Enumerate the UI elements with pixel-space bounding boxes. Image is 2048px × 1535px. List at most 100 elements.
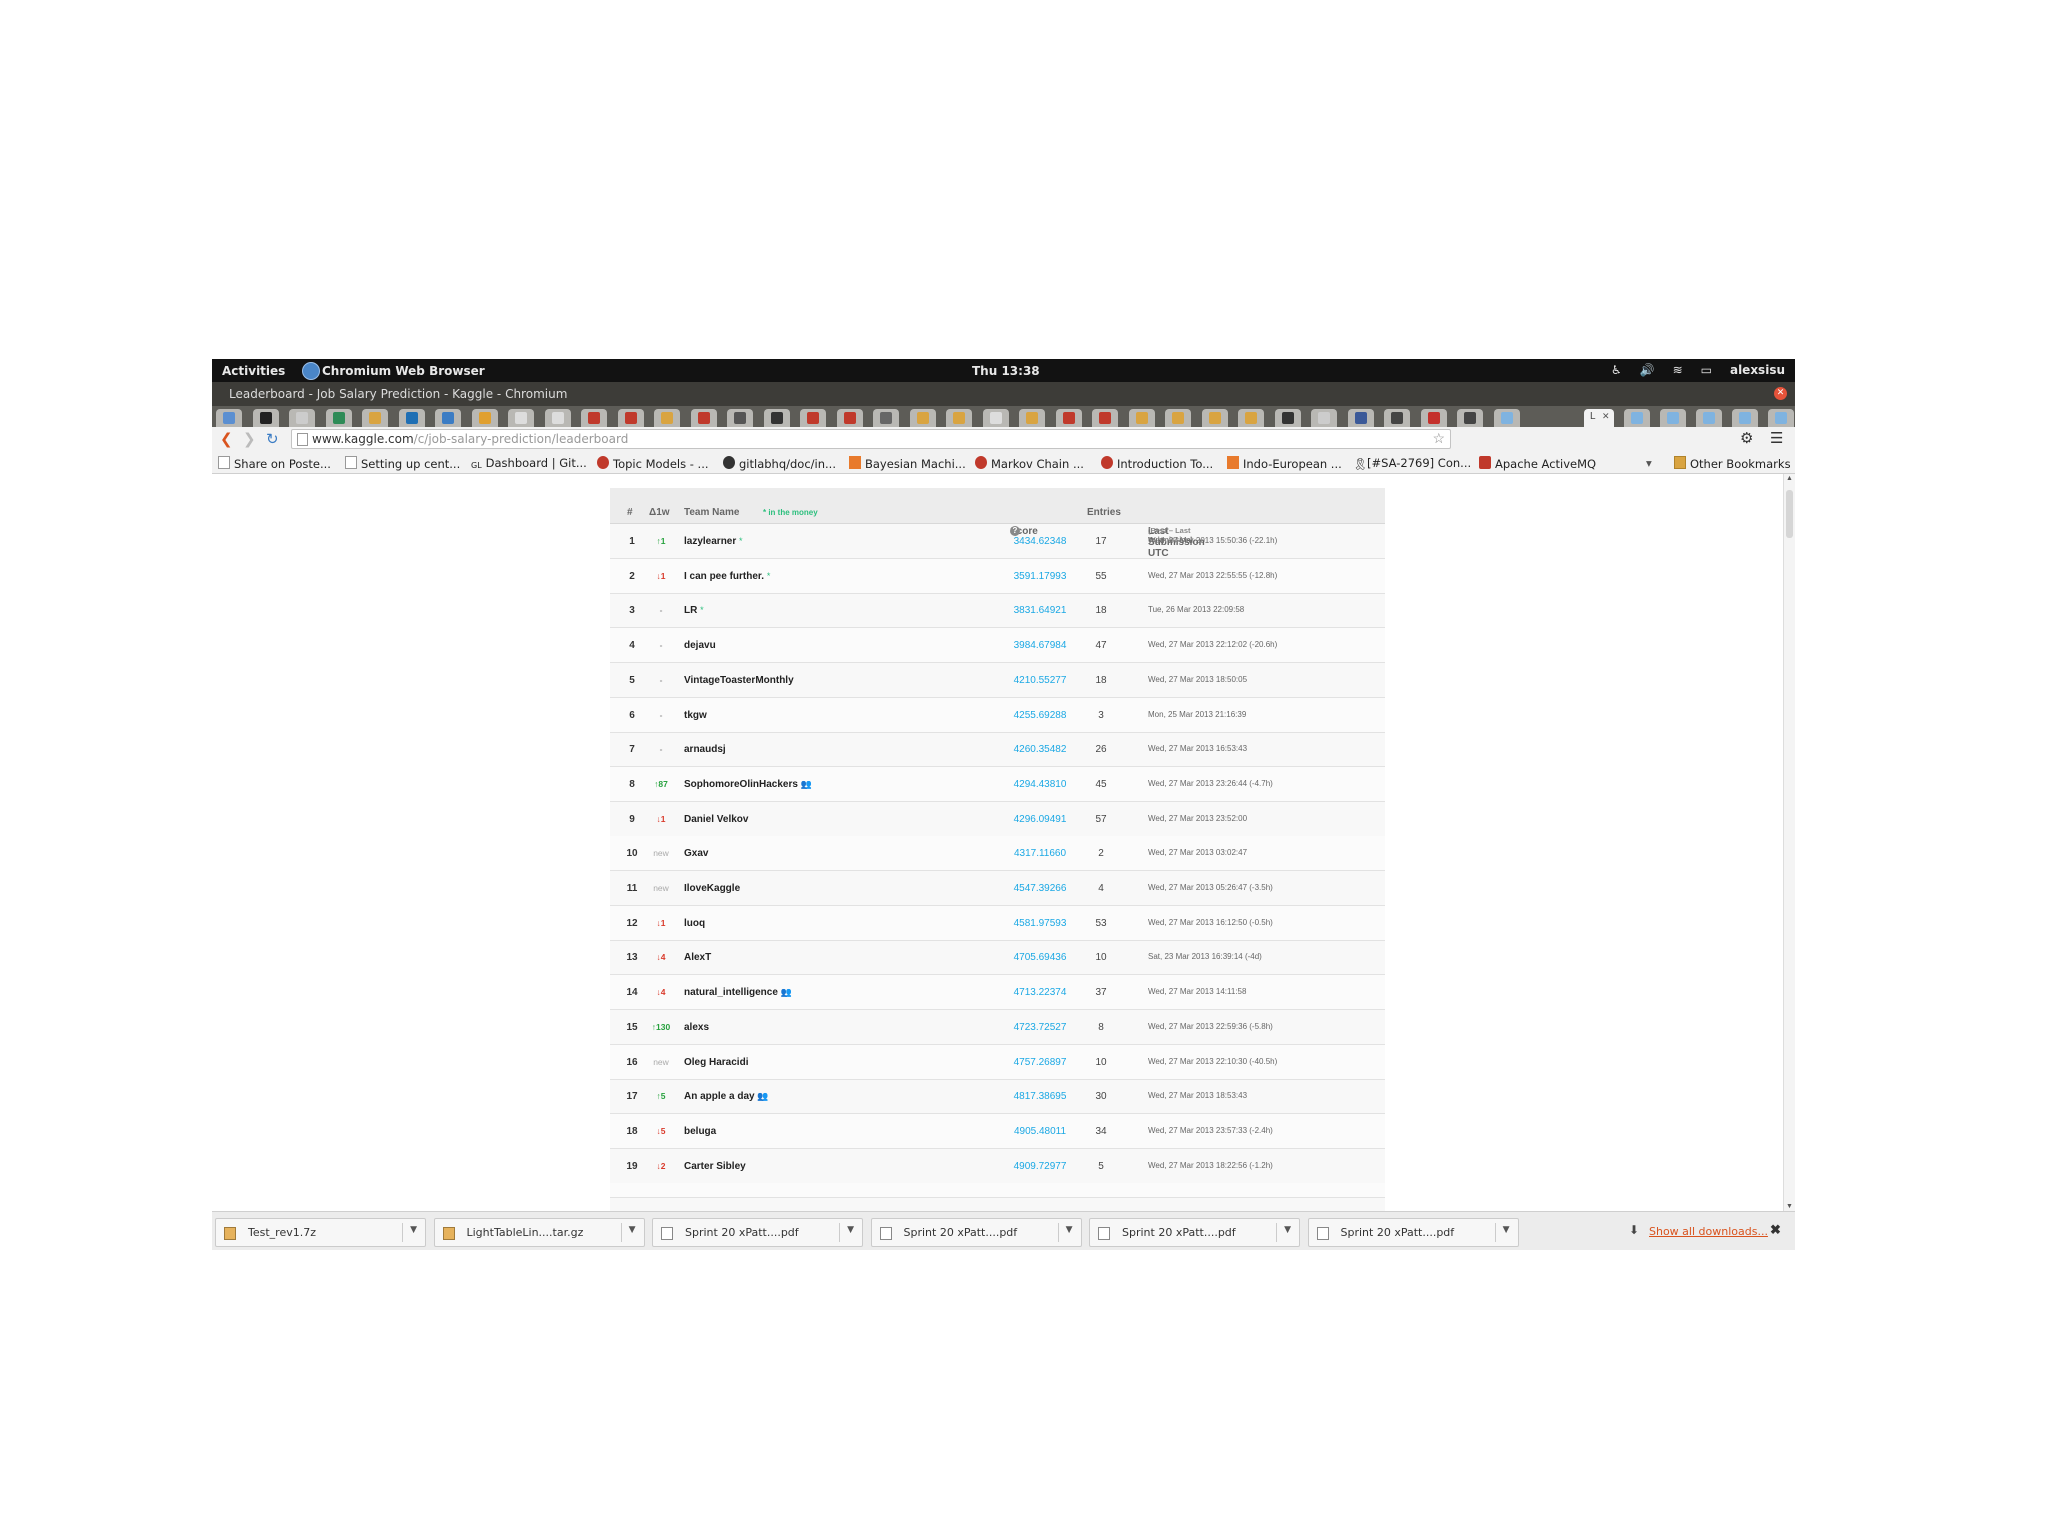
score-link[interactable]: 3591.17993: [1005, 571, 1075, 582]
team-name-link[interactable]: arnaudsj: [684, 744, 726, 755]
score-link[interactable]: 4296.09491: [1005, 814, 1075, 825]
bookmark-item[interactable]: Setting up cent...: [345, 456, 460, 471]
bookmarks-overflow-chevron-icon[interactable]: ▾: [1646, 456, 1652, 470]
scroll-up-icon[interactable]: ▲: [1786, 475, 1793, 482]
browser-tab[interactable]: [1055, 409, 1082, 427]
header-team[interactable]: Team Name: [684, 507, 739, 518]
team-name-link[interactable]: AlexT: [684, 952, 711, 963]
bookmark-item[interactable]: Topic Models - ...: [597, 456, 709, 471]
download-item[interactable]: Test_rev1.7z ▼: [215, 1218, 426, 1247]
team-name-link[interactable]: An apple a day 👥: [684, 1091, 769, 1102]
vertical-scrollbar[interactable]: ▲ ▼: [1783, 474, 1795, 1211]
browser-tab[interactable]: [216, 409, 242, 427]
app-menu[interactable]: Chromium Web Browser: [322, 364, 485, 378]
browser-tab[interactable]: [1420, 409, 1447, 427]
bookmark-item[interactable]: 🎗[#SA-2769] Con...: [1353, 456, 1471, 471]
window-close-button[interactable]: ✕: [1774, 387, 1787, 400]
browser-tab[interactable]: [836, 409, 863, 427]
bookmark-item[interactable]: GL Dashboard | Git...: [471, 456, 587, 472]
scrollbar-thumb[interactable]: [1786, 490, 1793, 538]
address-bar[interactable]: www.kaggle.com/c/job-salary-prediction/l…: [291, 429, 1451, 449]
back-button[interactable]: ❮: [220, 430, 233, 448]
download-item[interactable]: LightTableLin....tar.gz ▼: [433, 1218, 645, 1247]
browser-tab[interactable]: [1019, 409, 1045, 427]
active-tab[interactable]: L ✕: [1584, 409, 1614, 427]
battery-icon[interactable]: ▭: [1701, 363, 1712, 377]
browser-tab[interactable]: [1696, 409, 1722, 427]
team-name-link[interactable]: tkgw: [684, 710, 707, 721]
browser-tab[interactable]: [398, 409, 425, 427]
score-link[interactable]: 4817.38695: [1005, 1091, 1075, 1102]
tab-close-icon[interactable]: ✕: [1602, 411, 1610, 422]
browser-tab[interactable]: [471, 409, 498, 427]
browser-tab[interactable]: [1457, 409, 1483, 427]
download-item[interactable]: Sprint 20 xPatt....pdf ▼: [870, 1218, 1082, 1247]
browser-tab[interactable]: [1384, 409, 1410, 427]
score-link[interactable]: 4705.69436: [1005, 952, 1075, 963]
score-link[interactable]: 4260.35482: [1005, 744, 1075, 755]
browser-tab[interactable]: [508, 409, 534, 427]
reload-button[interactable]: ↻: [266, 430, 279, 448]
browser-tab[interactable]: [581, 409, 607, 427]
chevron-down-icon[interactable]: ▼: [1066, 1225, 1073, 1235]
score-link[interactable]: 4317.11660: [1005, 848, 1075, 859]
browser-tab[interactable]: [362, 409, 388, 427]
score-link[interactable]: 4547.39266: [1005, 883, 1075, 894]
browser-tab[interactable]: [727, 409, 753, 427]
team-name-link[interactable]: alexs: [684, 1022, 709, 1033]
team-name-link[interactable]: luoq: [684, 918, 705, 929]
bookmark-item[interactable]: Introduction To...: [1101, 456, 1213, 471]
other-bookmarks[interactable]: Other Bookmarks: [1674, 456, 1791, 471]
score-link[interactable]: 4757.26897: [1005, 1057, 1075, 1068]
browser-tab[interactable]: [1201, 409, 1228, 427]
team-name-link[interactable]: beluga: [684, 1126, 716, 1137]
score-link[interactable]: 3984.67984: [1005, 640, 1075, 651]
browser-tab[interactable]: [1274, 409, 1301, 427]
chevron-down-icon[interactable]: ▼: [847, 1225, 854, 1235]
score-link[interactable]: 4905.48011: [1005, 1126, 1075, 1137]
team-name-link[interactable]: Carter Sibley: [684, 1161, 746, 1172]
team-name-link[interactable]: Daniel Velkov: [684, 814, 748, 825]
user-menu[interactable]: alexsisu: [1730, 363, 1785, 377]
browser-tab[interactable]: [1660, 409, 1686, 427]
browser-tab[interactable]: [1732, 409, 1758, 427]
browser-tab[interactable]: [1128, 409, 1155, 427]
bookmark-item[interactable]: Indo-European ...: [1227, 456, 1342, 471]
browser-tab[interactable]: [909, 409, 936, 427]
browser-tab[interactable]: [617, 409, 644, 427]
team-name-link[interactable]: Gxav: [684, 848, 708, 859]
browser-tab[interactable]: [252, 409, 279, 427]
download-item[interactable]: Sprint 20 xPatt....pdf ▼: [652, 1218, 863, 1247]
browser-tab[interactable]: [289, 409, 315, 427]
forward-button[interactable]: ❯: [243, 430, 256, 448]
header-delta[interactable]: Δ1w: [649, 507, 670, 518]
browser-tab[interactable]: [435, 409, 461, 427]
volume-icon[interactable]: 🔊: [1640, 363, 1655, 377]
browser-tab[interactable]: [1624, 409, 1650, 427]
score-link[interactable]: 4255.69288: [1005, 710, 1075, 721]
download-item[interactable]: Sprint 20 xPatt....pdf ▼: [1089, 1218, 1300, 1247]
score-link[interactable]: 4581.97593: [1005, 918, 1075, 929]
bookmark-item[interactable]: Apache ActiveMQ: [1479, 456, 1596, 471]
chevron-down-icon[interactable]: ▼: [1284, 1225, 1291, 1235]
team-name-link[interactable]: SophomoreOlinHackers 👥: [684, 779, 812, 790]
bookmark-item[interactable]: Bayesian Machi...: [849, 456, 966, 471]
team-name-link[interactable]: Oleg Haracidi: [684, 1057, 748, 1068]
wifi-icon[interactable]: ≋: [1673, 363, 1683, 377]
score-link[interactable]: 4723.72527: [1005, 1022, 1075, 1033]
browser-tab[interactable]: [873, 409, 899, 427]
score-link[interactable]: 4909.72977: [1005, 1161, 1075, 1172]
bookmark-star-icon[interactable]: ☆: [1432, 430, 1445, 447]
bookmark-item[interactable]: gitlabhq/doc/in...: [723, 456, 836, 471]
browser-tab[interactable]: [1493, 409, 1520, 427]
browser-tab[interactable]: [1768, 409, 1794, 427]
browser-tab[interactable]: [982, 409, 1009, 427]
score-link[interactable]: 4713.22374: [1005, 987, 1075, 998]
activities-button[interactable]: Activities: [222, 364, 285, 378]
team-name-link[interactable]: dejavu: [684, 640, 716, 651]
menu-icon[interactable]: ☰: [1770, 429, 1783, 447]
chevron-down-icon[interactable]: ▼: [1503, 1225, 1510, 1235]
show-all-downloads-link[interactable]: Show all downloads...: [1649, 1225, 1768, 1238]
browser-tab[interactable]: [1165, 409, 1191, 427]
clock[interactable]: Thu 13:38: [972, 364, 1040, 378]
